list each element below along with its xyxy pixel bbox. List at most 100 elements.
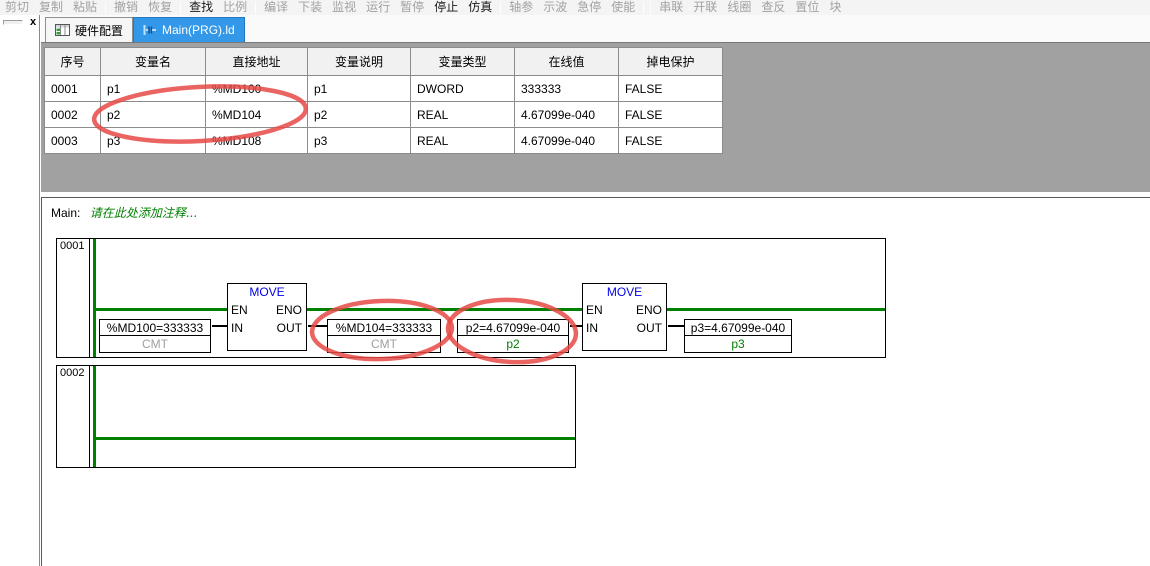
variable-table-panel: 序号 变量名 直接地址 变量说明 变量类型 在线值 掉电保护 0001 p1 %…	[41, 42, 1150, 192]
toolbar-block[interactable]: 块	[824, 0, 846, 15]
toolbar-download[interactable]: 下装	[293, 0, 327, 15]
power-rail	[93, 239, 96, 357]
program-name-label: Main:	[51, 206, 80, 220]
col-header-var-description: 变量说明	[308, 48, 411, 76]
ladder-program-icon	[143, 24, 157, 36]
rung-number: 0002	[57, 366, 90, 467]
col-header-online-value: 在线值	[515, 48, 619, 76]
variable-table: 序号 变量名 直接地址 变量说明 变量类型 在线值 掉电保护 0001 p1 %…	[44, 47, 723, 154]
operand-comment: CMT	[100, 336, 210, 352]
pin-eno: ENO	[276, 303, 302, 317]
tab-main-program[interactable]: Main(PRG).ld	[133, 17, 245, 42]
program-comment[interactable]: 请在此处添加注释...	[90, 206, 197, 220]
cell-var-description[interactable]: p2	[308, 102, 411, 128]
cell-var-type[interactable]: DWORD	[411, 76, 515, 102]
wire	[668, 325, 684, 327]
document-tabbar: 硬件配置 Main(PRG).ld	[41, 15, 1150, 42]
tab-hardware-config[interactable]: 硬件配置	[45, 17, 133, 42]
toolbar-invert[interactable]: 查反	[756, 0, 790, 15]
cell-online-value[interactable]: 333333	[515, 76, 619, 102]
toolbar-set[interactable]: 置位	[790, 0, 824, 15]
tab-main-program-label: Main(PRG).ld	[162, 23, 235, 37]
operand-move2-output[interactable]: p3=4.67099e-040 p3	[684, 319, 792, 353]
toolbar-separator	[643, 2, 644, 14]
toolbar-compile[interactable]: 编译	[259, 0, 293, 15]
cell-direct-address[interactable]: %MD108	[206, 128, 308, 154]
cell-retain[interactable]: FALSE	[619, 128, 723, 154]
close-icon[interactable]: x	[27, 16, 39, 30]
operand-var-name: p2	[458, 336, 568, 352]
cell-var-name[interactable]: p3	[101, 128, 206, 154]
toolbar-zoom-ratio[interactable]: 比例	[218, 0, 252, 15]
main-toolbar: 剪切 复制 粘贴 撤销 恢复 查找 比例 编译 下装 监视 运行 暂停 停止 仿…	[0, 0, 1150, 15]
toolbar-pause[interactable]: 暂停	[395, 0, 429, 15]
cell-index[interactable]: 0003	[45, 128, 101, 154]
operand-value: p2=4.67099e-040	[458, 320, 568, 336]
move-function-block-1[interactable]: MOVE EN ENO IN OUT	[227, 283, 307, 351]
pin-out: OUT	[277, 321, 302, 335]
cell-var-name[interactable]: p2	[101, 102, 206, 128]
col-header-direct-address: 直接地址	[206, 48, 308, 76]
cell-direct-address[interactable]: %MD104	[206, 102, 308, 128]
operand-value: p3=4.67099e-040	[685, 320, 791, 336]
toolbar-find[interactable]: 查找	[184, 0, 218, 15]
dock-drag-handle[interactable]	[3, 20, 23, 25]
block-title: MOVE	[583, 285, 666, 299]
cell-online-value[interactable]: 4.67099e-040	[515, 128, 619, 154]
toolbar-stop[interactable]: 停止	[429, 0, 463, 15]
toolbar-coil[interactable]: 线圈	[722, 0, 756, 15]
toolbar-oscilloscope[interactable]: 示波	[538, 0, 572, 15]
hardware-config-icon	[55, 24, 70, 36]
toolbar-axis-params[interactable]: 轴参	[504, 0, 538, 15]
toolbar-cut[interactable]: 剪切	[0, 0, 34, 15]
toolbar-emergency-stop[interactable]: 急停	[572, 0, 606, 15]
toolbar-enable[interactable]: 使能	[606, 0, 640, 15]
pin-in: IN	[586, 321, 598, 335]
rung-power-line	[96, 437, 575, 440]
operand-move1-output[interactable]: %MD104=333333 CMT	[327, 319, 441, 353]
toolbar-simulate[interactable]: 仿真	[463, 0, 497, 15]
col-header-var-type: 变量类型	[411, 48, 515, 76]
program-header: Main: 请在此处添加注释...	[51, 204, 197, 221]
toolbar-separator	[105, 2, 106, 14]
left-dock-panel: x	[0, 15, 40, 566]
cell-retain[interactable]: FALSE	[619, 102, 723, 128]
toolbar-parallel-contact[interactable]: 开联	[688, 0, 722, 15]
cell-online-value[interactable]: 4.67099e-040	[515, 102, 619, 128]
ladder-rung-0001[interactable]: 0001 %MD100=333333 CMT MOVE EN ENO IN OU…	[56, 238, 886, 358]
toolbar-undo[interactable]: 撤销	[109, 0, 143, 15]
pin-eno: ENO	[636, 303, 662, 317]
cell-var-description[interactable]: p3	[308, 128, 411, 154]
operand-move2-input[interactable]: p2=4.67099e-040 p2	[457, 319, 569, 353]
toolbar-separator	[180, 2, 181, 14]
toolbar-separator	[255, 2, 256, 14]
cell-index[interactable]: 0001	[45, 76, 101, 102]
toolbar-separator	[500, 2, 501, 14]
toolbar-monitor[interactable]: 监视	[327, 0, 361, 15]
operand-value: %MD100=333333	[100, 320, 210, 336]
cell-index[interactable]: 0002	[45, 102, 101, 128]
move-function-block-2[interactable]: MOVE EN ENO IN OUT	[582, 283, 667, 351]
col-header-index: 序号	[45, 48, 101, 76]
operand-value: %MD104=333333	[328, 320, 440, 336]
cell-var-type[interactable]: REAL	[411, 128, 515, 154]
block-title: MOVE	[228, 285, 306, 299]
rung-number: 0001	[57, 239, 90, 357]
cell-var-type[interactable]: REAL	[411, 102, 515, 128]
cell-var-name[interactable]: p1	[101, 76, 206, 102]
cell-var-description[interactable]: p1	[308, 76, 411, 102]
toolbar-copy[interactable]: 复制	[34, 0, 68, 15]
toolbar-run[interactable]: 运行	[361, 0, 395, 15]
wire	[308, 325, 327, 327]
toolbar-redo[interactable]: 恢复	[143, 0, 177, 15]
operand-move1-input[interactable]: %MD100=333333 CMT	[99, 319, 211, 353]
tab-hardware-config-label: 硬件配置	[75, 22, 123, 39]
toolbar-paste[interactable]: 粘贴	[68, 0, 102, 15]
ladder-rung-0002[interactable]: 0002	[56, 365, 576, 468]
toolbar-series-contact[interactable]: 串联	[654, 0, 688, 15]
ladder-editor[interactable]: Main: 请在此处添加注释... 0001 %MD100=333333 CMT…	[41, 197, 1150, 566]
pin-en: EN	[231, 303, 248, 317]
cell-retain[interactable]: FALSE	[619, 76, 723, 102]
power-rail	[93, 366, 96, 467]
cell-direct-address[interactable]: %MD100	[206, 76, 308, 102]
